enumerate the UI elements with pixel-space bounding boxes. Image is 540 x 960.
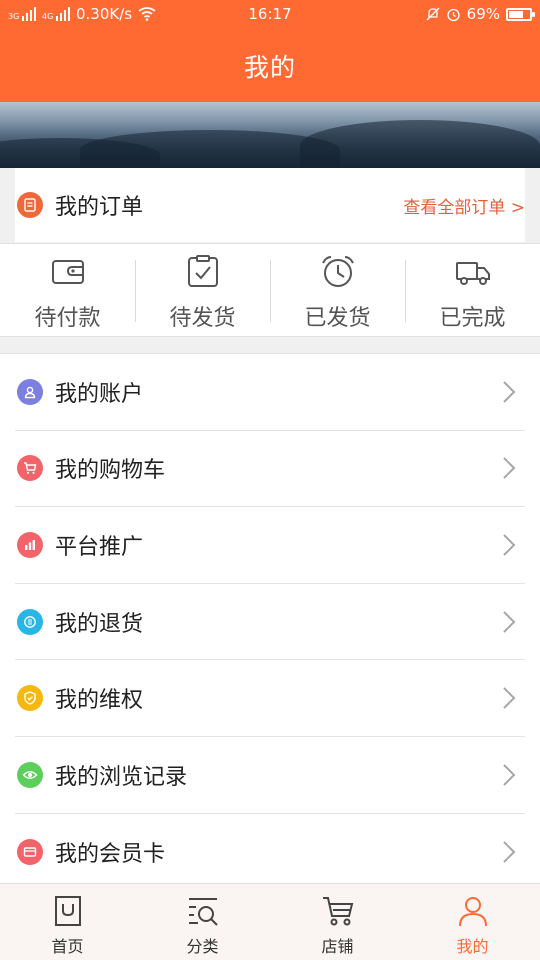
eye-icon: [17, 761, 43, 788]
menu-item-returns[interactable]: 我的退货: [15, 584, 525, 661]
tab-label: 我的: [456, 937, 489, 956]
chevron-right-icon: [503, 457, 516, 480]
home-bag-icon: [54, 896, 81, 926]
profile-icon: [458, 897, 487, 927]
menu-item-label: 我的购物车: [55, 458, 166, 484]
status-label: 已完成: [439, 306, 506, 331]
tab-shop[interactable]: 店铺: [270, 884, 405, 960]
shield-icon: [17, 685, 43, 712]
battery-percent: 69%: [466, 5, 500, 23]
chevron-right-icon: [503, 687, 516, 709]
alarm-clock-icon: [321, 256, 354, 287]
menu-item-label: 平台推广: [55, 534, 144, 560]
menu-item-cart[interactable]: 我的购物车: [15, 431, 525, 508]
alarm-icon: [447, 8, 460, 21]
mute-bell-icon: [426, 7, 440, 21]
menu-item-history[interactable]: 我的浏览记录: [15, 737, 525, 814]
wallet-icon: [51, 260, 84, 284]
truck-icon: [455, 262, 490, 285]
chevron-right-icon: [503, 841, 516, 863]
menu-item-membership-card[interactable]: 我的会员卡: [15, 814, 525, 891]
order-status-row: 待付款 待发货 已发货 已完成: [0, 243, 540, 337]
chevron-right-icon: [503, 381, 516, 403]
status-right: 69%: [426, 5, 535, 23]
menu-item-account[interactable]: 我的账户: [15, 354, 525, 431]
tab-label: 分类: [186, 937, 219, 956]
menu-item-label: 我的账户: [55, 381, 144, 407]
checklist-icon: [187, 255, 218, 287]
status-label: 待发货: [169, 306, 236, 331]
tab-home[interactable]: 首页: [0, 884, 135, 960]
status-pending-payment[interactable]: 待付款: [0, 244, 135, 336]
menu-item-label: 我的浏览记录: [55, 764, 188, 790]
chevron-right-icon: [503, 764, 516, 786]
category-search-icon: [188, 898, 218, 926]
cart-icon: [17, 455, 43, 482]
order-list-icon: [17, 192, 43, 218]
view-all-orders-link[interactable]: 查看全部订单 >: [403, 193, 525, 218]
bottom-tab-bar: 首页 分类 店铺 我的: [0, 883, 540, 960]
chevron-right-icon: [503, 534, 516, 556]
menu-item-promotion[interactable]: 平台推广: [15, 507, 525, 584]
tab-category[interactable]: 分类: [135, 884, 270, 960]
profile-menu-list: 我的账户 我的购物车 平台推广 我的退货 我的维权 我的浏览记录 我的会员卡: [0, 353, 540, 883]
page-title: 我的: [243, 53, 296, 82]
user-icon: [17, 378, 43, 405]
status-label: 已发货: [304, 306, 371, 331]
menu-item-label: 我的退货: [55, 611, 144, 637]
tab-label: 店铺: [321, 937, 354, 956]
my-orders-label: 我的订单: [55, 195, 144, 220]
status-shipped[interactable]: 已发货: [270, 244, 405, 336]
my-orders-row[interactable]: 我的订单 查看全部订单 >: [15, 168, 525, 242]
chevron-right-icon: [503, 610, 516, 633]
battery-icon: [506, 7, 535, 21]
menu-item-rights[interactable]: 我的维权: [15, 660, 525, 737]
tab-mine[interactable]: 我的: [405, 884, 540, 960]
status-completed[interactable]: 已完成: [405, 244, 540, 336]
bar-chart-icon: [17, 531, 43, 558]
status-label: 待付款: [34, 306, 101, 331]
tab-label: 首页: [51, 937, 84, 956]
status-pending-shipment[interactable]: 待发货: [135, 244, 270, 336]
card-icon: [17, 838, 43, 865]
menu-item-label: 我的会员卡: [55, 841, 166, 867]
return-icon: [17, 608, 43, 635]
menu-item-label: 我的维权: [55, 688, 144, 714]
shop-cart-icon: [322, 897, 353, 926]
profile-banner-image: [0, 102, 540, 168]
app-header: 3G 4G 0.30K/s 16:17 69% 我的: [0, 0, 540, 102]
status-bar: 3G 4G 0.30K/s 16:17 69%: [0, 0, 540, 28]
